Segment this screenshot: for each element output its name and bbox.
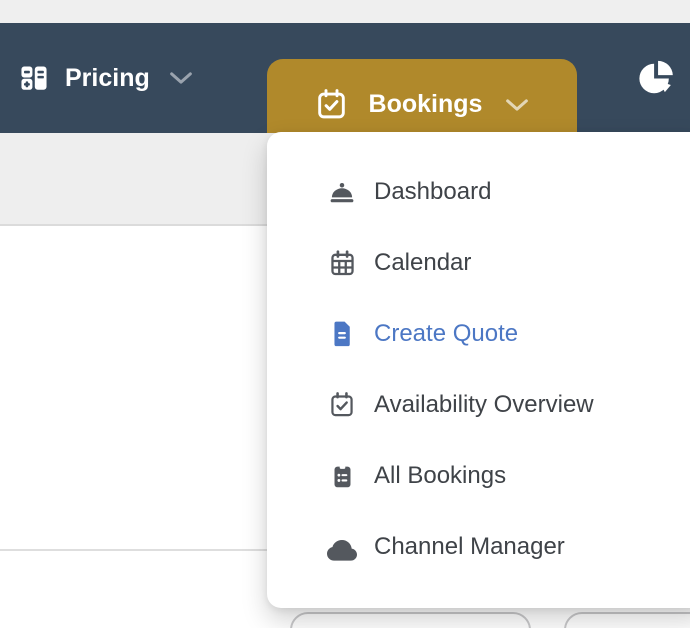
menu-item-dashboard[interactable]: Dashboard bbox=[327, 169, 690, 215]
service-bell-icon bbox=[327, 177, 357, 207]
main-navbar: Pricing Bookings bbox=[0, 23, 690, 150]
chevron-down-icon bbox=[169, 71, 193, 85]
calculator-icon bbox=[18, 62, 50, 94]
page-top-strip bbox=[0, 0, 690, 23]
chevron-down-icon bbox=[505, 98, 529, 112]
nav-item-pricing[interactable]: Pricing bbox=[18, 23, 193, 133]
menu-item-availability-overview[interactable]: Availability Overview bbox=[327, 382, 690, 428]
nav-label-bookings: Bookings bbox=[368, 90, 483, 118]
menu-item-create-quote[interactable]: Create Quote bbox=[327, 311, 690, 357]
calendar-check-icon bbox=[315, 88, 348, 121]
calendar-check-icon bbox=[327, 390, 357, 420]
menu-item-channel-manager[interactable]: Channel Manager bbox=[327, 524, 690, 570]
menu-item-all-bookings[interactable]: All Bookings bbox=[327, 453, 690, 499]
menu-item-label: Channel Manager bbox=[374, 533, 565, 560]
nav-item-reports[interactable]: Reports bbox=[637, 23, 690, 133]
nav-label-pricing: Pricing bbox=[65, 63, 150, 92]
calendar-icon bbox=[327, 248, 357, 278]
bookings-dropdown-menu: Dashboard Calendar Create Quote Availabi… bbox=[267, 132, 690, 608]
menu-item-label: Dashboard bbox=[374, 178, 492, 205]
menu-item-label: Calendar bbox=[374, 249, 472, 276]
cloud-icon bbox=[327, 532, 357, 562]
menu-item-label: Create Quote bbox=[374, 320, 519, 347]
document-icon bbox=[327, 319, 357, 349]
menu-item-label: Availability Overview bbox=[374, 391, 594, 418]
background-card bbox=[564, 612, 690, 628]
menu-item-label: All Bookings bbox=[374, 462, 507, 489]
clipboard-list-icon bbox=[327, 461, 357, 491]
pie-chart-icon bbox=[637, 59, 675, 97]
background-card bbox=[290, 612, 531, 628]
app-screen: Pricing Bookings Dashboard Calendar Crea… bbox=[0, 0, 690, 628]
menu-item-calendar[interactable]: Calendar bbox=[327, 240, 690, 286]
